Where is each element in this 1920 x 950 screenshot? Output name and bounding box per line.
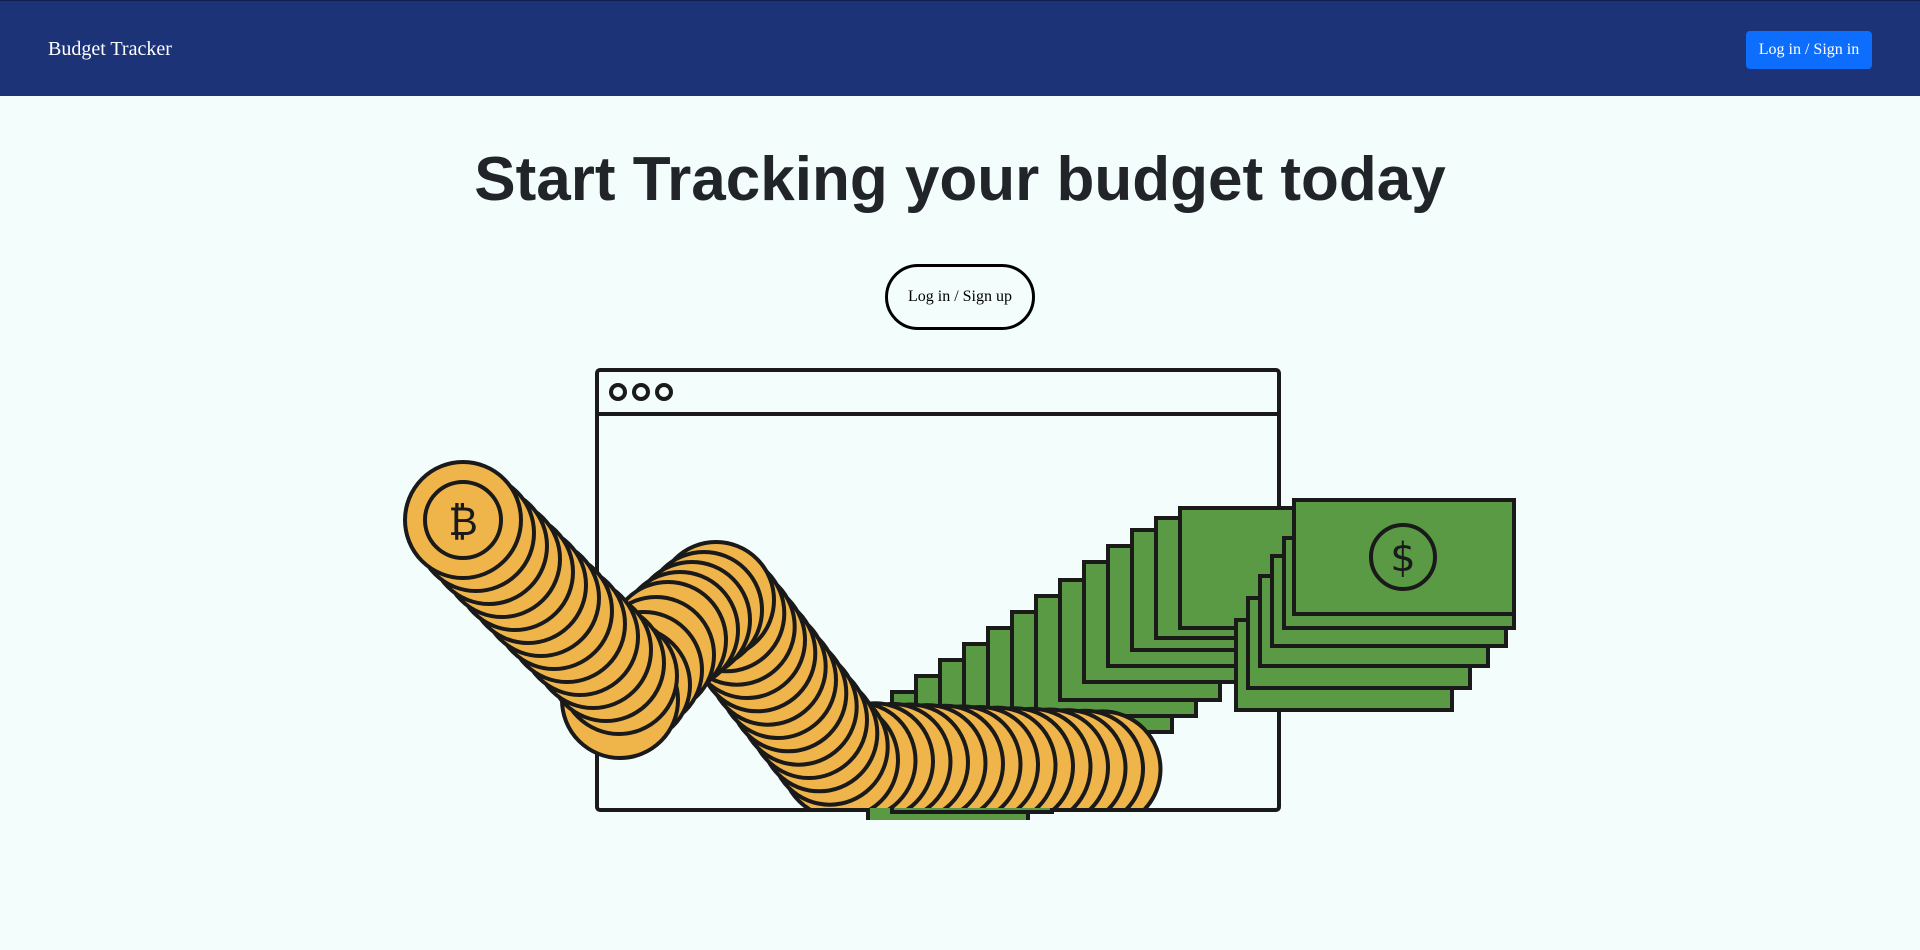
- hero-login-signup-button[interactable]: Log in / Sign up: [885, 264, 1035, 330]
- bitcoin-symbol-icon: ₿: [448, 499, 478, 545]
- budget-illustration: $ ₿: [403, 368, 1516, 820]
- brand-title[interactable]: Budget Tracker: [48, 37, 172, 61]
- nav-login-button[interactable]: Log in / Sign in: [1746, 31, 1872, 69]
- bitcoin-coin-graphic: ₿: [403, 460, 523, 580]
- top-navbar: Budget Tracker Log in / Sign in: [0, 0, 1920, 96]
- dollar-bill-graphic: $: [1292, 498, 1516, 616]
- dollar-sign-icon: $: [1390, 535, 1415, 581]
- hero-headline: Start Tracking your budget today: [474, 145, 1446, 214]
